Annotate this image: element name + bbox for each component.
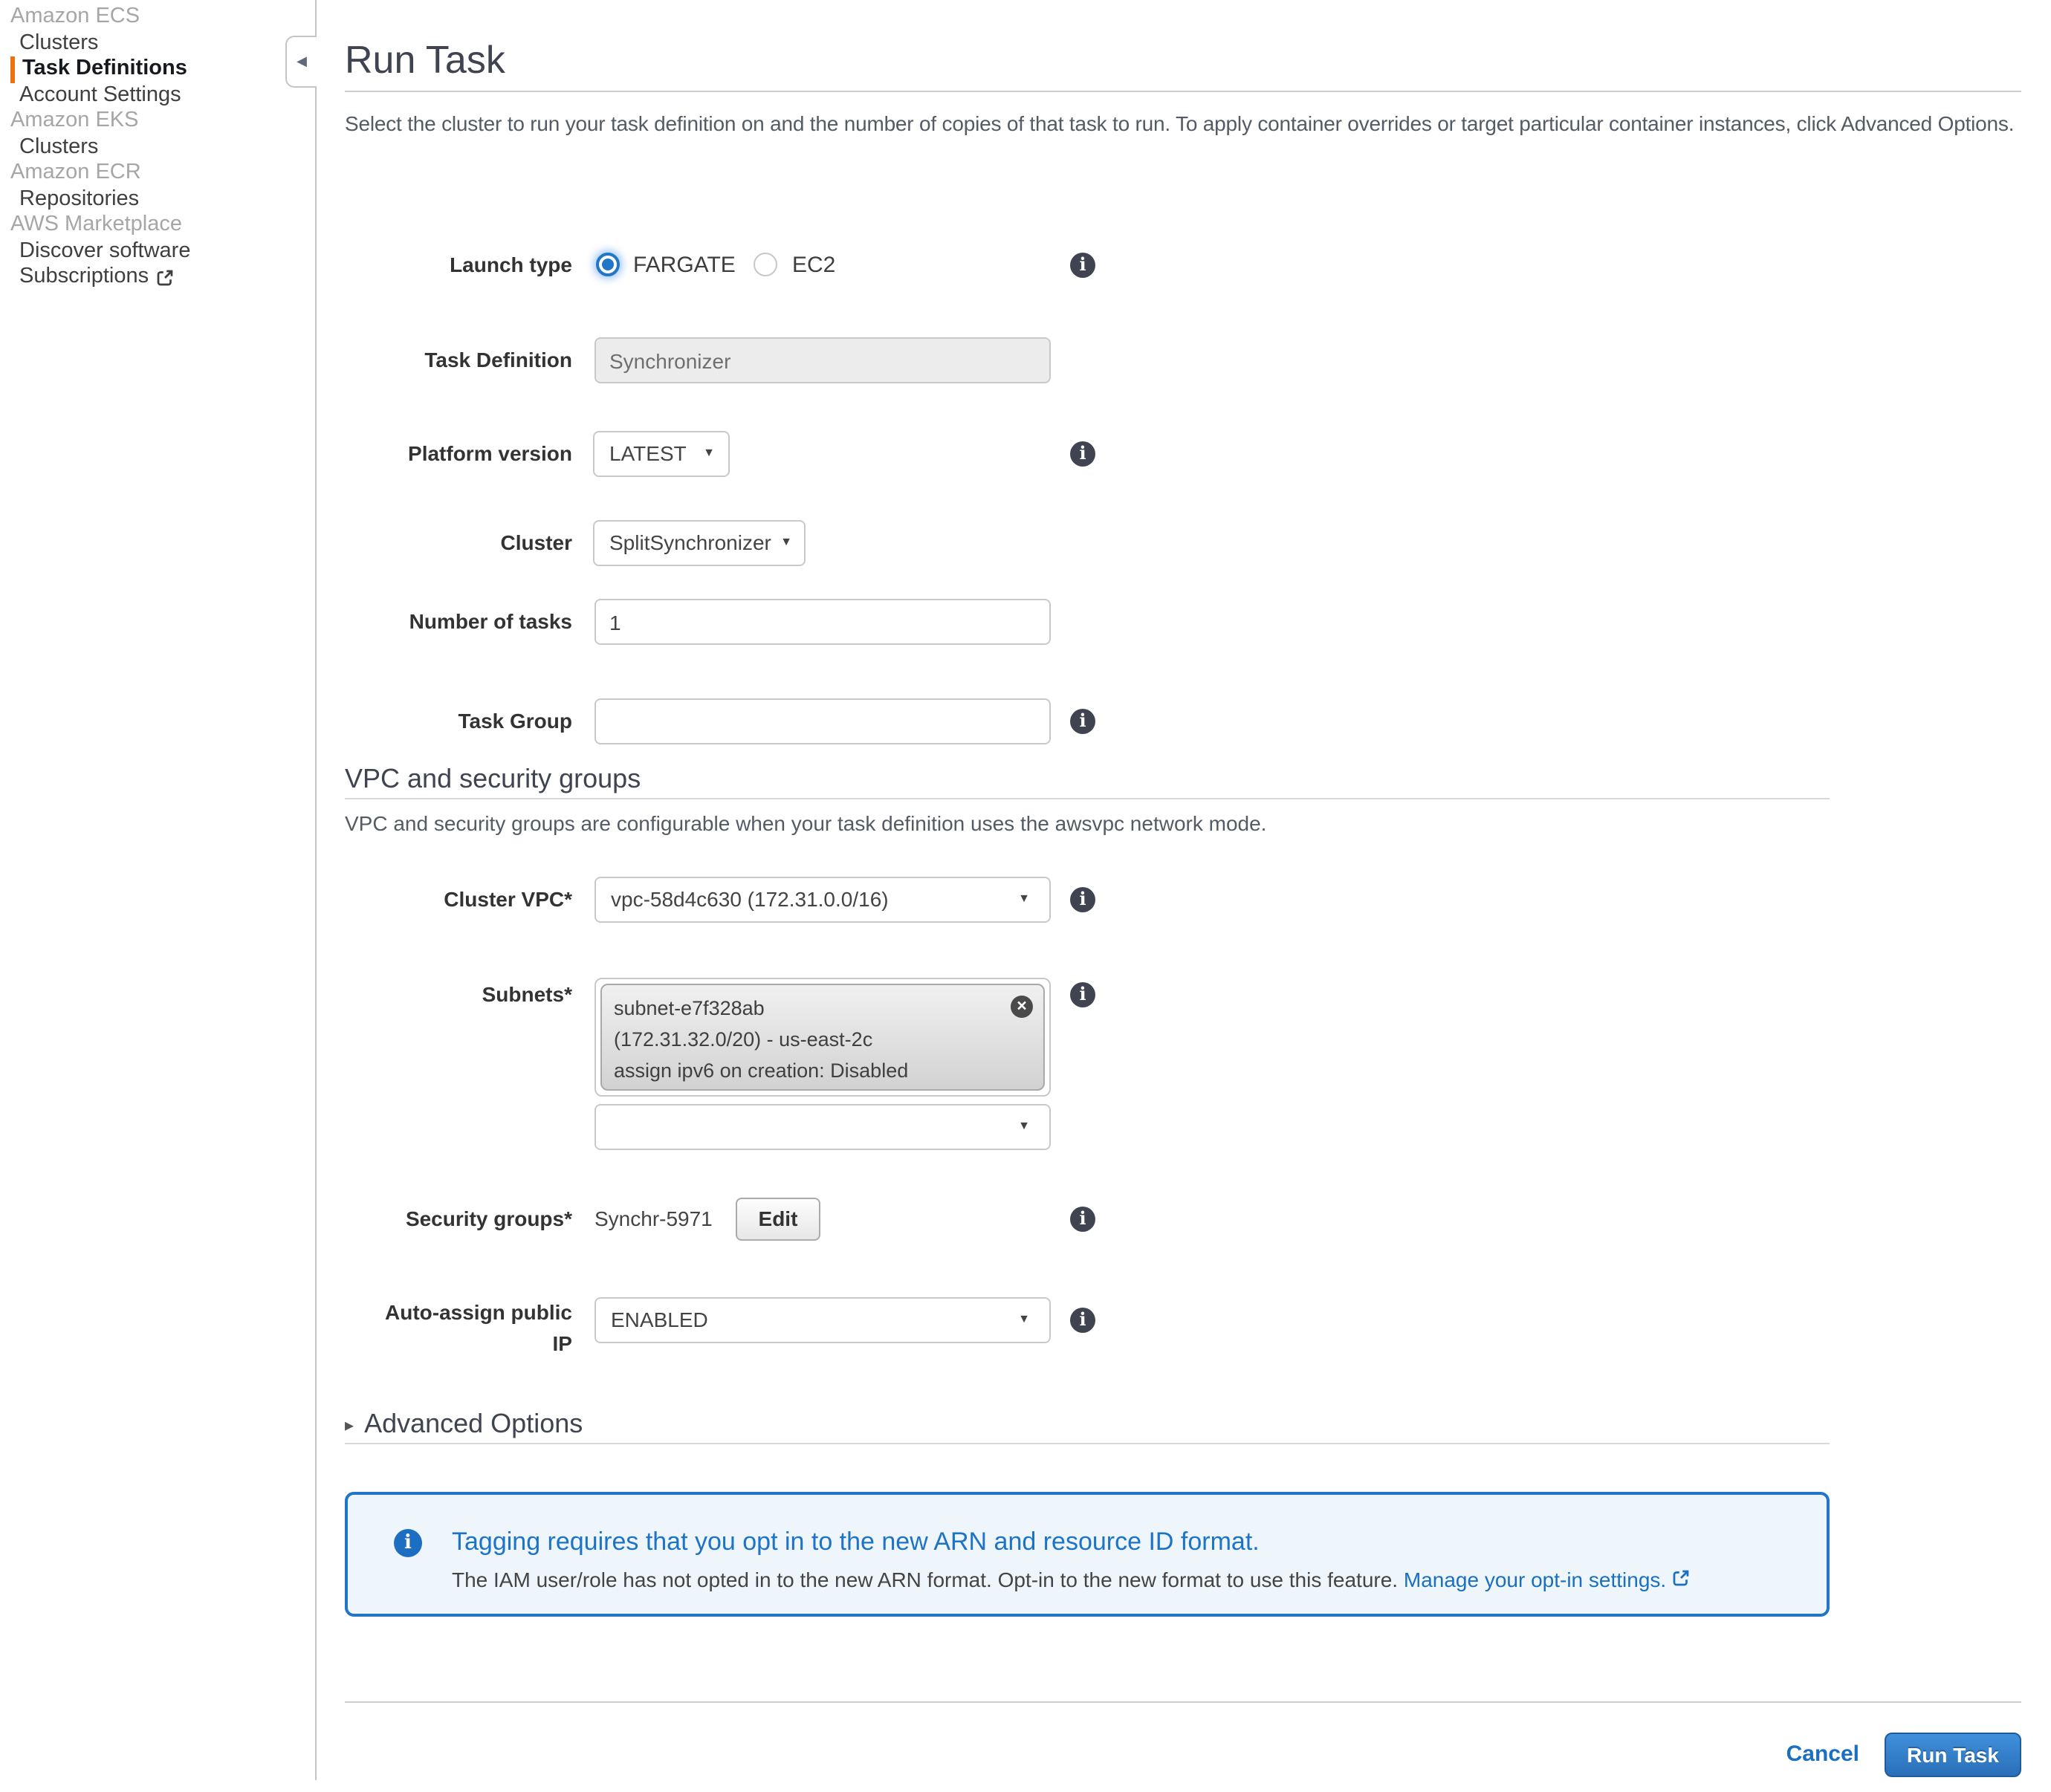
sidebar-item-ecs-clusters[interactable]: Clusters [0,30,315,56]
cluster-vpc-select[interactable]: vpc-58d4c630 (172.31.0.0/16) ▼ [594,877,1051,923]
subnets-selected-list: subnet-e7f328ab (172.31.32.0/20) - us-ea… [594,978,1051,1097]
auto-assign-public-ip-label: Auto-assign public IP [372,1297,572,1360]
sidebar-item-discover-software[interactable]: Discover software [0,238,315,264]
cluster-vpc-label: Cluster VPC* [372,877,572,923]
cancel-button[interactable]: Cancel [1754,1733,1859,1777]
sidebar-item-eks-clusters[interactable]: Clusters [0,134,315,160]
launch-type-radio-fargate[interactable] [596,253,620,276]
banner-body: The IAM user/role has not opted in to th… [452,1568,1691,1591]
auto-assign-public-ip-info-icon[interactable]: i [1070,1308,1095,1333]
task-definition-field [594,337,1051,383]
launch-type-label: Launch type [372,242,572,288]
sidebar-header-amazon-ecs: Amazon ECS [0,4,315,30]
advanced-options-toggle[interactable]: ▸ Advanced Options [345,1409,583,1440]
subnets-label: Subnets* [372,972,572,1018]
subnet-id: subnet-e7f328ab [614,993,1031,1024]
subnets-add-select[interactable]: ▼ [594,1104,1051,1150]
footer-divider [345,1701,2021,1703]
subnets-info-icon[interactable]: i [1070,982,1095,1007]
sidebar-header-aws-marketplace: AWS Marketplace [0,212,315,238]
banner-title: Tagging requires that you opt in to the … [452,1528,1260,1557]
task-group-label: Task Group [372,698,572,744]
auto-assign-public-ip-value: ENABLED [611,1299,708,1342]
external-link-icon [1672,1569,1691,1588]
banner-body-text: The IAM user/role has not opted in to th… [452,1568,1398,1591]
platform-version-label: Platform version [372,431,572,477]
launch-type-radio-ec2[interactable] [754,253,777,276]
sidebar-header-amazon-ecr: Amazon ECR [0,160,315,186]
advanced-options-label: Advanced Options [364,1409,583,1440]
external-link-icon [156,269,174,287]
sidebar: Amazon ECS Clusters Task Definitions Acc… [0,0,317,1780]
task-group-input[interactable] [594,698,1051,744]
vpc-section-heading: VPC and security groups [345,764,641,795]
cluster-vpc-info-icon[interactable]: i [1070,887,1095,912]
tagging-info-banner: i Tagging requires that you opt in to th… [345,1492,1830,1617]
auto-assign-public-ip-select[interactable]: ENABLED ▼ [594,1297,1051,1343]
chevron-down-icon: ▼ [1018,1120,1030,1132]
number-of-tasks-input[interactable] [594,599,1051,645]
manage-opt-in-settings-link[interactable]: Manage your opt-in settings. [1404,1568,1666,1591]
edit-security-groups-button[interactable]: Edit [736,1198,820,1241]
task-group-info-icon[interactable]: i [1070,709,1095,734]
sidebar-item-repositories[interactable]: Repositories [0,186,315,212]
cluster-value: SplitSynchronizer [609,522,771,565]
vpc-section-divider [345,798,1830,799]
platform-version-select[interactable]: LATEST ▼ [593,431,730,477]
security-groups-value: Synchr-5971 [594,1196,713,1242]
sidebar-item-account-settings[interactable]: Account Settings [0,82,315,108]
sidebar-header-amazon-eks: Amazon EKS [0,108,315,134]
chevron-right-icon: ▸ [345,1415,354,1433]
remove-subnet-icon[interactable]: ✕ [1011,996,1033,1018]
page-title: Run Task [345,37,505,83]
subnet-ipv6-info: assign ipv6 on creation: Disabled [614,1055,1031,1086]
cluster-vpc-value: vpc-58d4c630 (172.31.0.0/16) [611,878,889,921]
chevron-down-icon: ▼ [703,447,715,459]
run-task-page: Amazon ECS Clusters Task Definitions Acc… [0,0,2051,1792]
cluster-label: Cluster [372,520,572,566]
platform-version-value: LATEST [609,432,687,475]
run-task-button[interactable]: Run Task [1885,1733,2021,1777]
chevron-down-icon: ▼ [1018,1314,1030,1325]
chevron-down-icon: ▼ [1018,893,1030,905]
collapse-left-icon: ◀ [297,55,307,68]
subnet-tag: subnet-e7f328ab (172.31.32.0/20) - us-ea… [600,984,1045,1091]
platform-version-info-icon[interactable]: i [1070,441,1095,467]
sidebar-item-task-definitions[interactable]: Task Definitions [10,56,315,82]
vpc-section-description: VPC and security groups are configurable… [345,811,1266,835]
radio-dot [602,259,614,270]
launch-type-option-fargate-label[interactable]: FARGATE [633,242,736,288]
chevron-down-icon: ▼ [780,536,792,548]
task-definition-label: Task Definition [372,337,572,383]
sidebar-item-subscriptions[interactable]: Subscriptions [0,264,315,290]
security-groups-info-icon[interactable]: i [1070,1207,1095,1232]
advanced-options-divider [345,1443,1830,1444]
page-description: Select the cluster to run your task defi… [345,107,2021,140]
security-groups-label: Security groups* [372,1196,572,1242]
sidebar-collapse-button[interactable]: ◀ [285,36,317,88]
launch-type-info-icon[interactable]: i [1070,253,1095,278]
subnet-cidr-az: (172.31.32.0/20) - us-east-2c [614,1024,1031,1055]
info-icon: i [394,1529,422,1557]
title-divider [345,91,2021,92]
cluster-select[interactable]: SplitSynchronizer ▼ [593,520,806,566]
number-of-tasks-label: Number of tasks [372,599,572,645]
launch-type-option-ec2-label[interactable]: EC2 [792,242,835,288]
